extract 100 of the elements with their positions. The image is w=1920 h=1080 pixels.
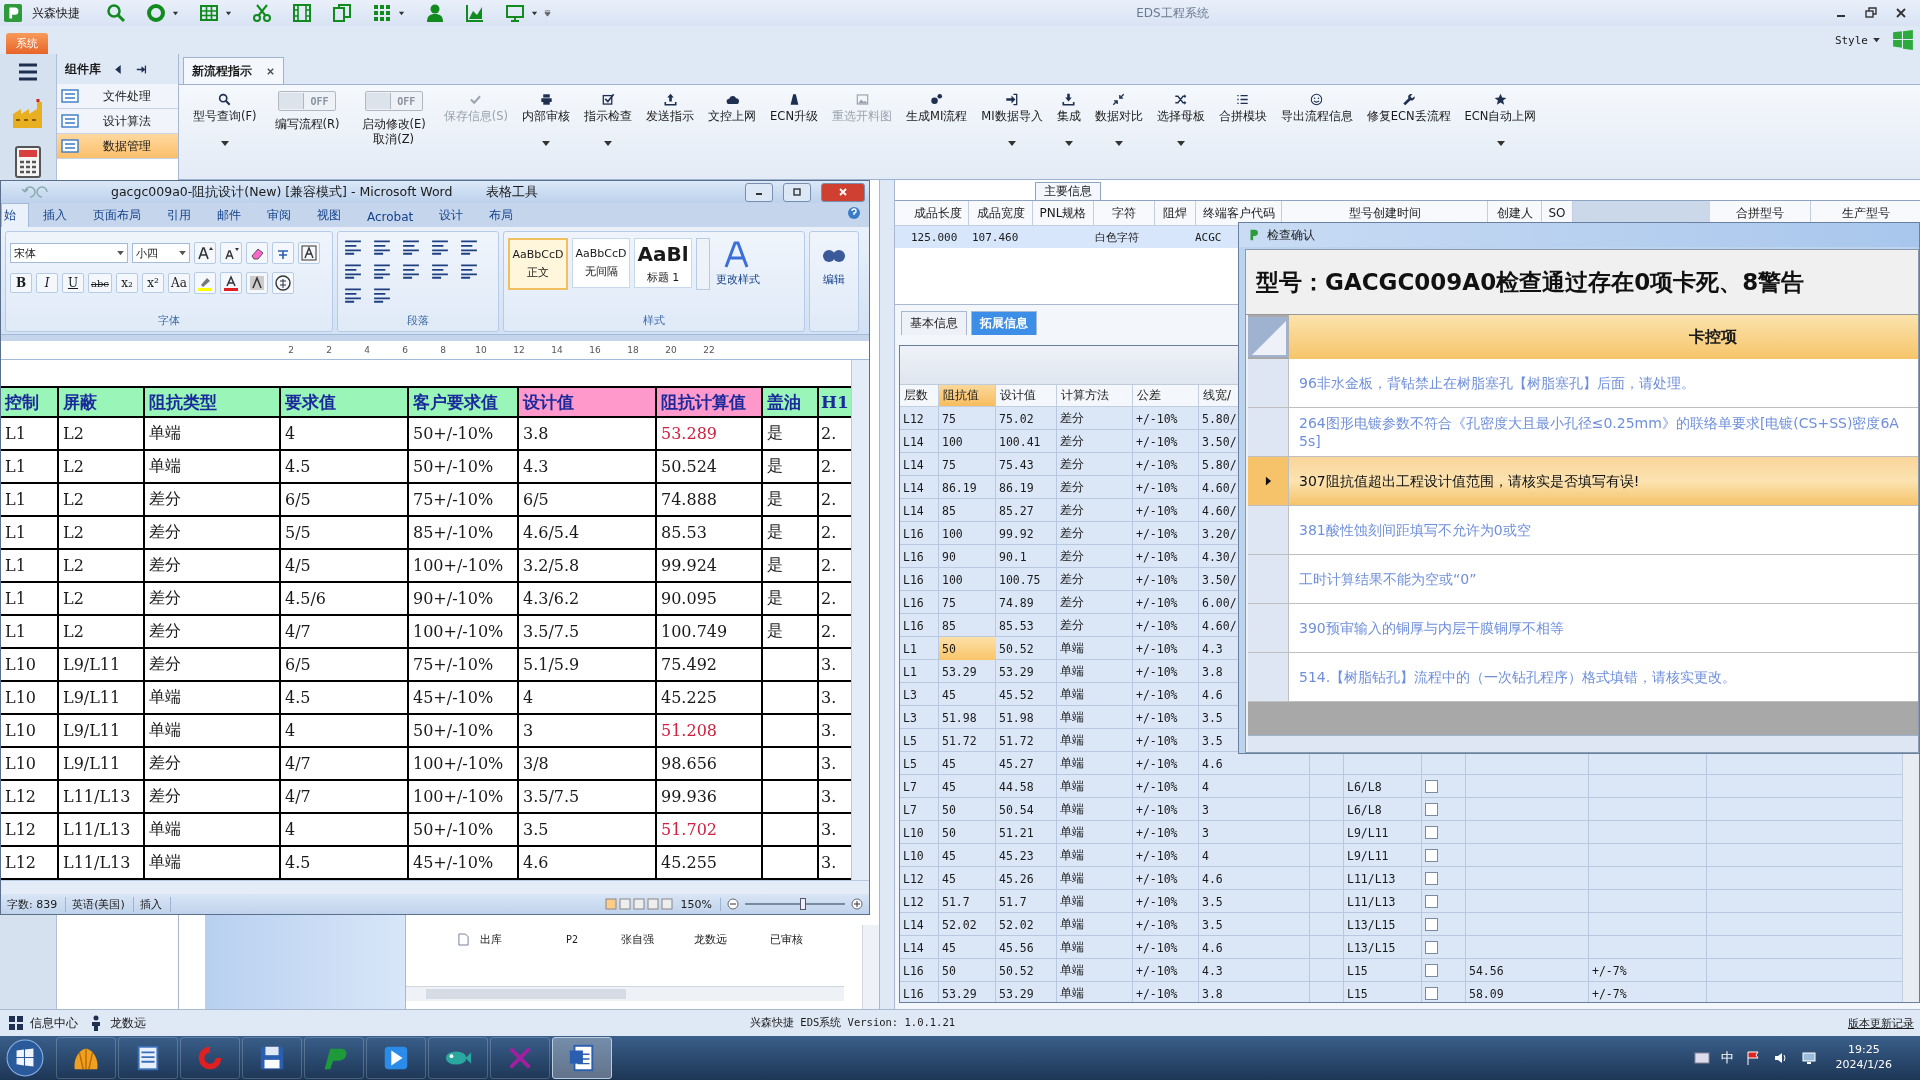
- caret-icon[interactable]: [220, 141, 229, 147]
- format-button[interactable]: x²: [141, 273, 164, 293]
- style-option[interactable]: AaBbCcD 无间隔: [572, 238, 630, 288]
- ribbon-tab[interactable]: 设计: [427, 204, 476, 227]
- column-header[interactable]: 字符: [1094, 201, 1155, 225]
- style-option[interactable]: AaBl 标题 1: [634, 238, 692, 288]
- customize-caret-icon[interactable]: [544, 9, 551, 17]
- sidebar-item[interactable]: 数据管理: [57, 134, 178, 159]
- splitter-handle[interactable]: [879, 180, 895, 1009]
- clock-date[interactable]: 2024/1/26: [1835, 1058, 1892, 1073]
- toolbar-button[interactable]: 导出流程信息: [1274, 91, 1359, 126]
- sidebar-item[interactable]: 文件处理: [57, 84, 178, 109]
- close-button[interactable]: [821, 182, 865, 202]
- toolbar-button[interactable]: 型号查询(F): [187, 91, 263, 149]
- caret-icon[interactable]: [1496, 141, 1505, 147]
- horizontal-scrollbar[interactable]: [1, 880, 869, 894]
- format-button[interactable]: I: [36, 273, 58, 293]
- speaker-icon[interactable]: [1772, 1050, 1789, 1066]
- shrink-font-icon[interactable]: [220, 242, 242, 264]
- toolbar-button[interactable]: 生成MI流程: [900, 91, 974, 126]
- toolbar-button[interactable]: MI数据导入: [975, 91, 1049, 149]
- checkbox[interactable]: [1425, 987, 1438, 1000]
- toolbar-button[interactable]: 指示检查: [578, 91, 639, 149]
- release-notes-link[interactable]: 版本更新记录: [1848, 1015, 1914, 1031]
- zoom-level[interactable]: 150%: [680, 897, 721, 911]
- caret-icon[interactable]: [604, 141, 613, 147]
- document-tab[interactable]: 新流程指示: [183, 57, 284, 84]
- list-icon[interactable]: [342, 238, 364, 256]
- dropdown-caret-icon[interactable]: [531, 9, 538, 17]
- list-icon[interactable]: [342, 262, 364, 280]
- sidebar-item[interactable]: 设计算法: [57, 109, 178, 134]
- list-icon[interactable]: [429, 238, 451, 256]
- table-icon[interactable]: [199, 3, 219, 23]
- toolbar-button[interactable]: 发送指示: [640, 91, 701, 126]
- grow-font-icon[interactable]: [194, 242, 216, 264]
- zoom-in-icon[interactable]: [851, 898, 863, 910]
- dropdown-caret-icon[interactable]: [225, 9, 232, 17]
- ribbon-tab[interactable]: 布局: [477, 204, 526, 227]
- list-icon[interactable]: [458, 238, 480, 256]
- toolbar-button[interactable]: ECN自动上网: [1458, 91, 1543, 149]
- maximize-button[interactable]: [783, 182, 811, 202]
- column-header[interactable]: 卡控项: [1288, 315, 1918, 359]
- font-field[interactable]: 宋体: [10, 243, 128, 263]
- keyboard-icon[interactable]: [1693, 1050, 1710, 1066]
- flag-icon[interactable]: [1744, 1050, 1761, 1066]
- monitor-icon[interactable]: [505, 3, 525, 23]
- dropdown-caret-icon[interactable]: [172, 9, 179, 17]
- start-button[interactable]: [6, 1039, 44, 1077]
- align-icon[interactable]: [371, 286, 393, 304]
- format-button[interactable]: Aa: [167, 273, 190, 293]
- toolbar-button[interactable]: 合拼模块: [1212, 91, 1273, 126]
- style-option[interactable]: AaBbCcD 正文: [508, 238, 568, 290]
- align-icon[interactable]: [371, 262, 393, 280]
- caret-icon[interactable]: [542, 141, 551, 147]
- style-dropdown[interactable]: Style: [1834, 33, 1880, 47]
- search-icon[interactable]: [106, 3, 126, 23]
- format-button[interactable]: U: [62, 273, 84, 293]
- highlight-icon[interactable]: [193, 272, 216, 294]
- horizontal-scrollbar[interactable]: [406, 986, 844, 1001]
- toolbar-button[interactable]: ECN升级: [764, 91, 824, 126]
- checkbox[interactable]: [1425, 803, 1438, 816]
- caret-icon[interactable]: [1008, 141, 1016, 147]
- font-size-field[interactable]: 小四: [132, 243, 190, 263]
- list-icon[interactable]: [371, 238, 393, 256]
- ribbon-tab[interactable]: 插入: [31, 204, 79, 227]
- dropdown-caret-icon[interactable]: [398, 9, 405, 17]
- checkbox[interactable]: [1425, 849, 1438, 862]
- status-text[interactable]: 信息中心: [30, 1014, 78, 1032]
- align-icon[interactable]: [429, 262, 451, 280]
- enclose-icon[interactable]: [271, 272, 294, 294]
- restore-icon[interactable]: [1864, 6, 1878, 20]
- column-header[interactable]: PNL规格: [1033, 201, 1094, 225]
- checkbox[interactable]: [1425, 918, 1438, 931]
- checkbox[interactable]: [1425, 964, 1438, 977]
- column-header[interactable]: 成品长度: [907, 201, 969, 225]
- ribbon-tab[interactable]: 审阅: [255, 204, 303, 227]
- zoom-slider-thumb[interactable]: [800, 898, 806, 910]
- align-icon[interactable]: [458, 262, 480, 280]
- toolbar-button[interactable]: 文控上网: [702, 91, 763, 126]
- align-icon[interactable]: [400, 262, 422, 280]
- toolbar-button[interactable]: 修复ECN丢流程: [1360, 91, 1457, 126]
- collapse-icon[interactable]: [113, 63, 124, 75]
- ribbon-tab[interactable]: 视图: [305, 204, 353, 227]
- format-button[interactable]: x₂: [115, 273, 138, 293]
- eraser-icon[interactable]: [246, 242, 268, 264]
- font-color-icon[interactable]: [219, 272, 242, 294]
- checkbox[interactable]: [1425, 872, 1438, 885]
- checkbox[interactable]: [1425, 780, 1438, 793]
- vertical-scrollbar[interactable]: [851, 360, 869, 880]
- list-row[interactable]: 307阻抗值超出工程设计值范围，请核实是否填写有误!: [1248, 457, 1918, 506]
- ribbon-tab[interactable]: 页面布局: [81, 204, 153, 227]
- checkbox[interactable]: [1425, 895, 1438, 908]
- taskbar-app[interactable]: [552, 1037, 612, 1079]
- column-header[interactable]: 阻焊: [1155, 201, 1196, 225]
- list-icon[interactable]: [400, 238, 422, 256]
- format-button[interactable]: abc: [88, 273, 112, 293]
- grid-icon[interactable]: [8, 1015, 24, 1031]
- horizontal-scrollbar[interactable]: [1248, 735, 1918, 752]
- tab[interactable]: 基本信息: [901, 311, 967, 335]
- minimize-button[interactable]: [745, 182, 773, 202]
